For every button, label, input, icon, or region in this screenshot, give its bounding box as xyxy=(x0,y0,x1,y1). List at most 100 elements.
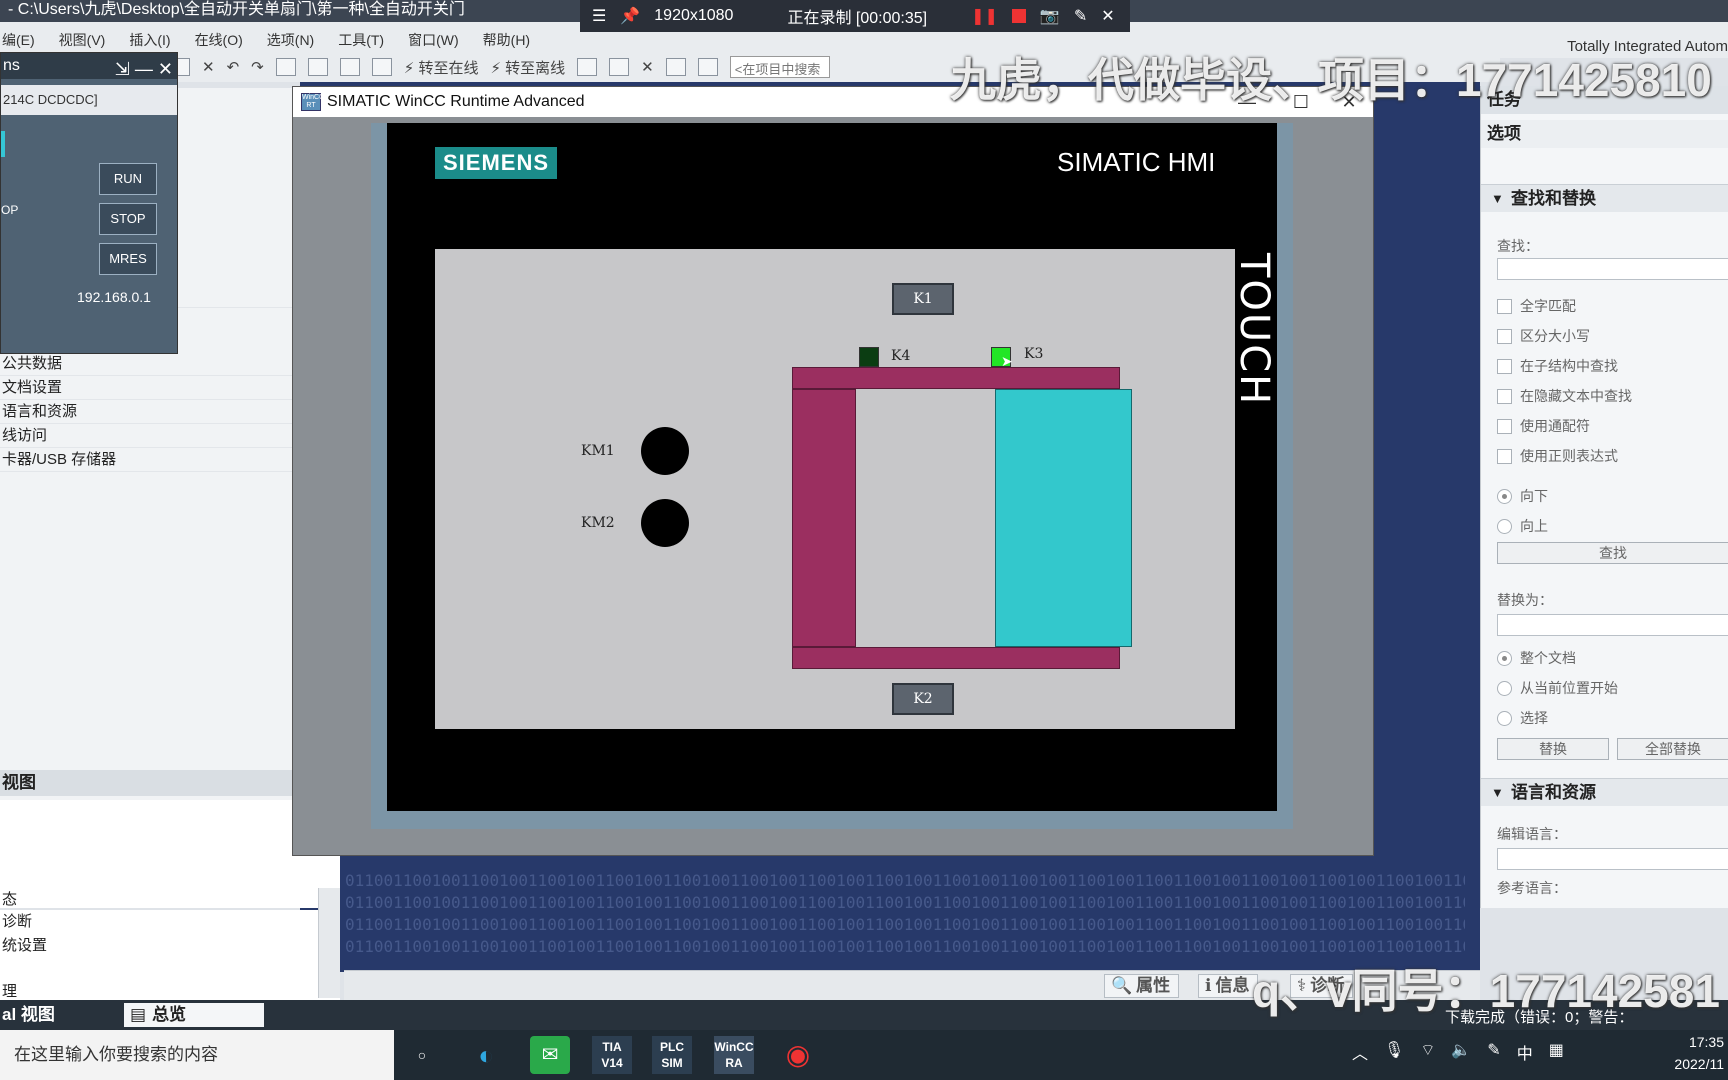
tree-item-card-reader[interactable]: 卡器/USB 存储器 xyxy=(0,448,300,472)
menu-tools[interactable]: 工具(T) xyxy=(338,30,384,50)
pin-icon[interactable]: 📌 xyxy=(620,6,640,26)
plcsim-window-controls[interactable]: ⇲ — ✕ xyxy=(115,56,173,82)
menu-view[interactable]: 视图(V) xyxy=(59,30,106,50)
tree-item-lang-resources[interactable]: 语言和资源 xyxy=(0,400,300,424)
taskbar-search-input[interactable]: 在这里输入你要搜索的内容 xyxy=(0,1030,394,1080)
check-substructure[interactable]: 在子结构中查找 xyxy=(1497,356,1618,376)
detail-item-system-settings[interactable]: 统设置 xyxy=(0,934,47,955)
find-input[interactable] xyxy=(1497,258,1728,280)
project-search-input[interactable]: <在项目中搜索> xyxy=(729,56,830,93)
radio-selection[interactable]: 选择 xyxy=(1497,708,1548,728)
tia-portal-taskbar-app[interactable]: TIA V14 xyxy=(592,1036,632,1074)
info-icon: ℹ xyxy=(1205,976,1212,995)
wincc-taskbar-app[interactable]: WinCC RA xyxy=(714,1036,754,1074)
menu-options[interactable]: 选项(N) xyxy=(267,30,314,50)
close-x-icon[interactable]: ✕ xyxy=(641,58,654,76)
check-whole-word[interactable]: 全字匹配 xyxy=(1497,296,1576,316)
door-frame-bottom xyxy=(792,647,1120,669)
compile-icon[interactable] xyxy=(275,58,296,76)
checkbox-icon xyxy=(1497,328,1512,344)
radio-from-current[interactable]: 从当前位置开始 xyxy=(1497,678,1618,698)
stop-icon[interactable] xyxy=(1011,9,1026,23)
door-frame-top xyxy=(792,367,1120,389)
detail-item-manage[interactable]: 理 xyxy=(0,980,17,1001)
check-regex[interactable]: 使用正则表达式 xyxy=(1497,446,1618,466)
replace-label: 替换为： xyxy=(1497,592,1553,608)
split-vertical-icon[interactable] xyxy=(697,58,718,76)
overview-tab[interactable]: ▤ 总览 xyxy=(124,1003,264,1027)
replace-all-button[interactable]: 全部替换 xyxy=(1617,738,1728,760)
grid-icon[interactable]: ▦ xyxy=(1549,1040,1564,1064)
edge-icon[interactable]: ◐ xyxy=(466,1036,506,1074)
touch-label: TOUCH xyxy=(1231,253,1277,406)
cross-reference-icon[interactable] xyxy=(609,58,630,76)
menu-help[interactable]: 帮助(H) xyxy=(483,30,530,50)
close-icon[interactable]: ✕ xyxy=(1101,6,1114,26)
stop-button[interactable]: STOP xyxy=(99,203,157,235)
radio-whole-document[interactable]: 整个文档 xyxy=(1497,648,1576,668)
check-wildcards[interactable]: 使用通配符 xyxy=(1497,416,1590,436)
find-replace-section[interactable]: ▼ 查找和替换 xyxy=(1481,184,1728,212)
door-leaf xyxy=(995,389,1132,647)
download-icon[interactable] xyxy=(307,58,328,76)
overview-icon: ▤ xyxy=(130,1005,147,1024)
radio-up[interactable]: 向上 xyxy=(1497,516,1548,536)
simulation-icon[interactable] xyxy=(371,58,392,76)
chevron-up-icon[interactable]: ︿ xyxy=(1352,1040,1368,1064)
wincc-title: SIMATIC WinCC Runtime Advanced xyxy=(327,93,585,110)
menu-insert[interactable]: 插入(I) xyxy=(129,30,170,50)
radio-label: 向上 xyxy=(1520,518,1548,534)
wechat-icon[interactable]: ✉ xyxy=(530,1036,570,1074)
microphone-icon[interactable]: 🎙 xyxy=(1384,1040,1404,1064)
door-frame-left xyxy=(792,389,856,647)
camera-icon[interactable]: 📷 xyxy=(1040,6,1060,26)
network-icon[interactable]: ⌔ xyxy=(1420,1040,1435,1064)
menu-edit[interactable]: 编(E) xyxy=(2,30,35,50)
pen-icon[interactable]: ✎ xyxy=(1074,6,1087,26)
record-icon[interactable]: ◉ xyxy=(778,1036,818,1074)
plcsim-title: ns xyxy=(3,57,20,74)
details-scrollbar[interactable] xyxy=(318,888,340,998)
menu-online[interactable]: 在线(O) xyxy=(195,30,243,50)
edit-lang-select[interactable] xyxy=(1497,848,1728,870)
tab-info[interactable]: ℹ 信息 xyxy=(1198,974,1259,998)
binary-line: 0110011001001100100110010011001001100100… xyxy=(345,871,1465,890)
plcsim-taskbar-app[interactable]: PLC SIM xyxy=(652,1036,692,1074)
redo-icon[interactable]: ↷ xyxy=(251,58,264,76)
pause-icon[interactable]: ❚❚ xyxy=(971,6,998,26)
tab-properties[interactable]: 🔍 属性 xyxy=(1104,974,1180,998)
overview-label: 总览 xyxy=(152,1005,187,1024)
split-horizontal-icon[interactable] xyxy=(665,58,686,76)
k1-button[interactable]: K1 xyxy=(892,283,954,315)
mres-button[interactable]: MRES xyxy=(99,243,157,275)
tree-item-doc-settings[interactable]: 文档设置 xyxy=(0,376,300,400)
upload-icon[interactable] xyxy=(339,58,360,76)
undo-icon[interactable]: ↶ xyxy=(227,58,240,76)
run-button[interactable]: RUN xyxy=(99,163,157,195)
radio-down[interactable]: 向下 xyxy=(1497,486,1548,506)
screen-recorder-bar: ☰ 📌 1920x1080 正在录制 [00:00:35] ❚❚ 📷 ✎ ✕ xyxy=(580,0,1130,32)
detail-item-diagnostics[interactable]: 诊断 xyxy=(0,910,32,931)
replace-input[interactable] xyxy=(1497,614,1728,636)
cortana-icon[interactable]: ○ xyxy=(402,1036,442,1074)
go-offline-button[interactable]: ⚡ 转至离线 xyxy=(490,57,565,78)
menu-icon[interactable]: ☰ xyxy=(592,6,606,26)
delete-icon[interactable]: ✕ xyxy=(202,58,215,76)
tree-item-online-access[interactable]: 线访问 xyxy=(0,424,300,448)
taskbar-clock[interactable]: 17:35 2022/11 xyxy=(1674,1031,1724,1075)
menu-window[interactable]: 窗口(W) xyxy=(408,30,459,50)
pen-icon[interactable]: ✎ xyxy=(1487,1040,1500,1064)
replace-button[interactable]: 替换 xyxy=(1497,738,1609,760)
volume-icon[interactable]: 🔈 xyxy=(1451,1040,1471,1064)
check-match-case[interactable]: 区分大小写 xyxy=(1497,326,1590,346)
detail-item-status[interactable]: 态 xyxy=(0,888,17,909)
find-button[interactable]: 查找 xyxy=(1497,542,1728,564)
go-online-button[interactable]: ⚡ 转至在线 xyxy=(404,57,479,78)
accessible-devices-icon[interactable] xyxy=(577,58,598,76)
portal-view-button[interactable]: al 视图 xyxy=(0,1000,55,1030)
check-hidden-text[interactable]: 在隐藏文本中查找 xyxy=(1497,386,1632,406)
ime-indicator[interactable]: 中 xyxy=(1517,1040,1533,1064)
k2-button[interactable]: K2 xyxy=(892,683,954,715)
tree-item-common-data[interactable]: 公共数据 xyxy=(0,352,300,376)
lang-resources-section[interactable]: ▼ 语言和资源 xyxy=(1481,778,1728,806)
